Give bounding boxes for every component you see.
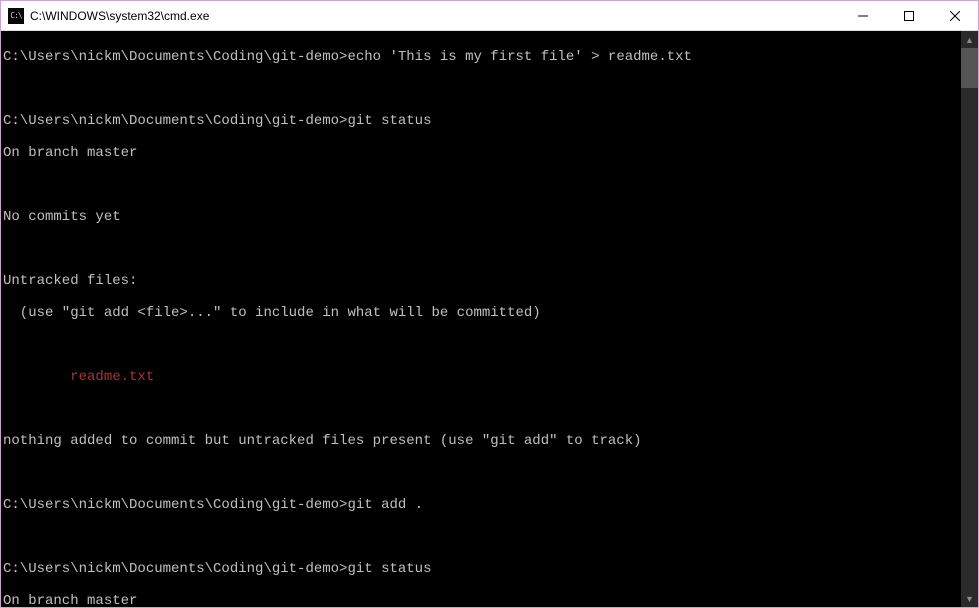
terminal-output: C:\Users\nickm\Documents\Coding\git-demo… xyxy=(1,31,978,607)
scroll-up-arrow-icon[interactable]: ▲ xyxy=(961,31,978,48)
cmd-icon: C:\ xyxy=(8,8,24,24)
terminal-line: C:\Users\nickm\Documents\Coding\git-demo… xyxy=(3,497,978,513)
maximize-icon xyxy=(904,11,914,21)
terminal-area[interactable]: C:\Users\nickm\Documents\Coding\git-demo… xyxy=(1,31,978,607)
terminal-line xyxy=(3,337,978,353)
scroll-down-arrow-icon[interactable]: ▼ xyxy=(961,590,978,607)
window-title: C:\WINDOWS\system32\cmd.exe xyxy=(30,9,840,23)
terminal-line: No commits yet xyxy=(3,209,978,225)
terminal-line: On branch master xyxy=(3,593,978,607)
vertical-scrollbar[interactable]: ▲ ▼ xyxy=(961,31,978,607)
terminal-line: (use "git add <file>..." to include in w… xyxy=(3,305,978,321)
terminal-line: C:\Users\nickm\Documents\Coding\git-demo… xyxy=(3,113,978,129)
terminal-line xyxy=(3,401,978,417)
terminal-line: Untracked files: xyxy=(3,273,978,289)
minimize-button[interactable] xyxy=(840,1,886,30)
terminal-line xyxy=(3,465,978,481)
maximize-button[interactable] xyxy=(886,1,932,30)
window-titlebar[interactable]: C:\ C:\WINDOWS\system32\cmd.exe xyxy=(1,1,978,31)
terminal-line: C:\Users\nickm\Documents\Coding\git-demo… xyxy=(3,49,978,65)
minimize-icon xyxy=(858,11,868,21)
untracked-file: readme.txt xyxy=(3,369,978,385)
scrollbar-thumb[interactable] xyxy=(961,48,978,88)
terminal-line xyxy=(3,241,978,257)
terminal-line xyxy=(3,177,978,193)
terminal-line: On branch master xyxy=(3,145,978,161)
terminal-line xyxy=(3,529,978,545)
terminal-line: nothing added to commit but untracked fi… xyxy=(3,433,978,449)
terminal-line xyxy=(3,81,978,97)
window-controls xyxy=(840,1,978,30)
close-button[interactable] xyxy=(932,1,978,30)
terminal-line: C:\Users\nickm\Documents\Coding\git-demo… xyxy=(3,561,978,577)
close-icon xyxy=(950,11,960,21)
